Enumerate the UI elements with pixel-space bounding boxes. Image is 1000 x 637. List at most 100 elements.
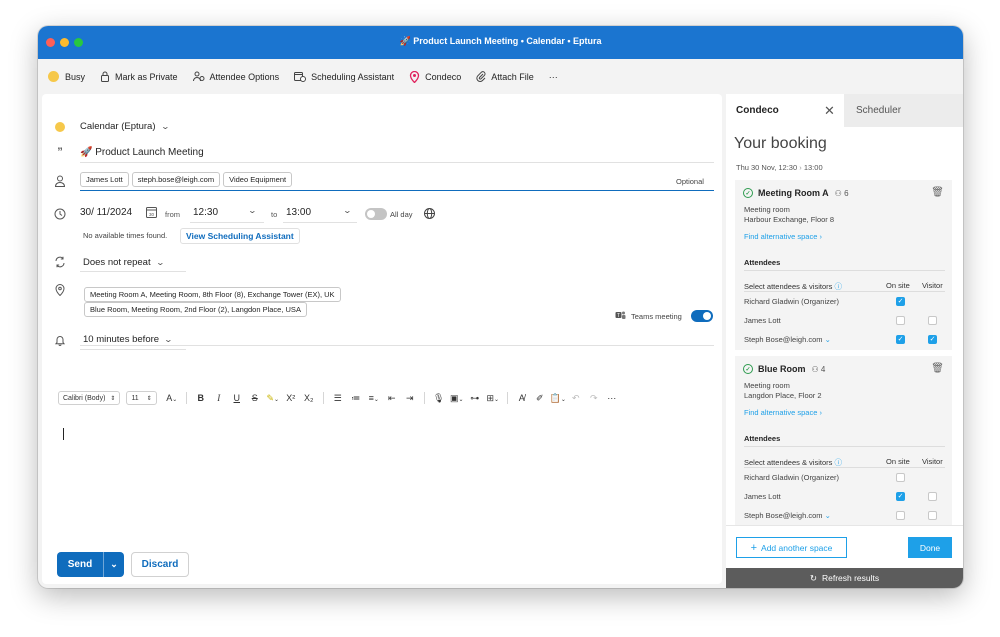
attendees-input[interactable]: James Lott steph.bose@leigh.com Video Equi…: [80, 172, 295, 187]
format-painter-icon[interactable]: ✐: [531, 393, 549, 404]
attendee-chip[interactable]: steph.bose@leigh.com: [131, 172, 221, 187]
chevron-down-icon[interactable]: ⌄: [825, 335, 831, 344]
font-size-select[interactable]: 11 ⇕: [126, 391, 157, 405]
find-alternative-space-link[interactable]: Find alternative space ›: [744, 408, 822, 417]
bullet-list-icon[interactable]: ☰: [329, 393, 347, 404]
info-icon[interactable]: ⓘ: [834, 458, 842, 467]
font-name-select[interactable]: Calibri (Body) ⇕: [58, 391, 121, 405]
visitor-checkbox[interactable]: [928, 316, 937, 325]
link-icon[interactable]: ⊶: [466, 393, 484, 404]
on-site-checkbox[interactable]: [896, 473, 905, 482]
teams-meeting-toggle[interactable]: [691, 310, 713, 322]
mark-private-button[interactable]: Mark as Private: [100, 71, 178, 82]
date-picker-icon[interactable]: 30: [146, 206, 157, 218]
on-site-checkbox[interactable]: [896, 316, 905, 325]
toolbar-separator: [506, 392, 508, 404]
highlight-icon[interactable]: ✎⌄: [264, 393, 282, 404]
chevron-down-icon: ⌄: [155, 258, 165, 267]
find-alternative-space-link[interactable]: Find alternative space ›: [744, 232, 822, 241]
add-space-label: Add another space: [761, 542, 833, 553]
decrease-indent-icon[interactable]: ⇤: [383, 393, 401, 404]
optional-attendees-link[interactable]: Optional: [676, 177, 704, 186]
trash-icon[interactable]: 🗑: [931, 363, 944, 374]
italic-icon[interactable]: I: [210, 393, 228, 403]
condeco-button[interactable]: Condeco: [409, 70, 461, 83]
add-another-space-button[interactable]: + Add another space: [736, 537, 847, 558]
more-options-button[interactable]: ···: [549, 72, 558, 82]
attendee-name: Richard Gladwin (Organizer): [744, 473, 840, 482]
booking-end: 13:00: [803, 163, 823, 172]
trash-icon[interactable]: 🗑: [931, 187, 944, 198]
paste-icon[interactable]: 📋⌄: [549, 393, 567, 404]
close-icon[interactable]: ✕: [824, 103, 835, 119]
on-site-checkbox[interactable]: [896, 511, 905, 520]
chevron-down-icon[interactable]: ⌄: [825, 511, 831, 520]
calendar-select[interactable]: Calendar (Eptura) ⌄: [80, 121, 170, 132]
clear-format-icon[interactable]: A̸: [513, 393, 531, 403]
attendee-name: Steph Bose@leigh.com: [744, 511, 823, 520]
more-formatting-icon[interactable]: ⋯: [603, 393, 621, 404]
repeat-select[interactable]: Does not repeat ⌄: [83, 257, 165, 268]
send-button[interactable]: Send ⌄: [57, 552, 124, 577]
on-site-checkbox[interactable]: ✓: [896, 492, 905, 501]
chevron-down-icon: ⌄: [247, 206, 258, 215]
visitor-checkbox[interactable]: [928, 511, 937, 520]
people-settings-icon: [192, 71, 205, 82]
booking-scroll-area[interactable]: Your booking Thu 30 Nov, 12:30 › 13:00 ✓…: [726, 127, 963, 525]
align-icon[interactable]: ≡⌄: [365, 393, 383, 403]
visitor-checkbox[interactable]: ✓: [928, 335, 937, 344]
tab-scheduler[interactable]: Scheduler: [856, 105, 901, 116]
date-input[interactable]: 30/ 11/2024: [80, 207, 132, 218]
font-color-icon[interactable]: A⌄: [163, 393, 181, 403]
send-options-chevron-icon[interactable]: ⌄: [103, 552, 124, 577]
subscript-icon[interactable]: X₂: [300, 393, 318, 403]
start-time-select[interactable]: 12:30: [193, 207, 218, 218]
globe-icon[interactable]: [424, 208, 435, 219]
svg-text:T: T: [617, 313, 620, 319]
repeat-row: Does not repeat ⌄: [42, 255, 722, 271]
location-chip[interactable]: Blue Room, Meeting Room, 2nd Floor (2), …: [84, 302, 310, 317]
table-icon[interactable]: ⊞⌄: [484, 393, 502, 404]
booking-title: Your booking: [734, 135, 827, 152]
bold-icon[interactable]: B: [192, 393, 210, 403]
discard-button[interactable]: Discard: [131, 552, 189, 577]
visitor-checkbox[interactable]: [928, 492, 937, 501]
attendee-chip[interactable]: Video Equipment: [223, 172, 293, 187]
attendees-row: James Lott steph.bose@leigh.com Video Equi…: [42, 172, 722, 190]
check-circle-icon: ✓: [743, 364, 753, 374]
attach-file-button[interactable]: Attach File: [476, 71, 534, 82]
info-icon[interactable]: ⓘ: [834, 282, 842, 291]
repeat-value: Does not repeat: [83, 257, 151, 268]
underline-icon[interactable]: U: [228, 393, 246, 403]
done-button[interactable]: Done: [908, 537, 952, 558]
chevron-right-icon: ›: [819, 232, 822, 241]
attendee-chip[interactable]: James Lott: [80, 172, 129, 187]
location-chip[interactable]: Meeting Room A, Meeting Room, 8th Floor …: [84, 287, 344, 302]
busy-button[interactable]: Busy: [48, 71, 85, 82]
undo-icon[interactable]: ↶: [567, 393, 585, 404]
refresh-results-button[interactable]: ↻ Refresh results: [726, 568, 963, 588]
all-day-toggle[interactable]: [365, 208, 387, 220]
scheduling-assistant-button[interactable]: Scheduling Assistant: [294, 71, 394, 82]
on-site-checkbox[interactable]: ✓: [896, 297, 905, 306]
superscript-icon[interactable]: X²: [282, 393, 300, 403]
ribbon-toolbar: Busy Mark as Private Attendee Options Sc…: [38, 59, 963, 94]
chevron-down-icon: ⌄: [163, 335, 174, 344]
message-body-editor[interactable]: [58, 416, 708, 536]
redo-icon[interactable]: ↷: [585, 393, 603, 404]
view-scheduling-assistant-button[interactable]: View Scheduling Assistant: [180, 228, 300, 244]
numbered-list-icon[interactable]: ≔: [347, 393, 365, 404]
strikethrough-icon[interactable]: S: [246, 393, 264, 403]
image-icon[interactable]: ▣⌄: [448, 393, 466, 404]
calendar-color-icon: [54, 121, 66, 133]
dictate-icon[interactable]: 🎙: [430, 393, 448, 404]
on-site-checkbox[interactable]: ✓: [896, 335, 905, 344]
subject-input[interactable]: 🚀 Product Launch Meeting: [80, 147, 204, 158]
attendee-row: Richard Gladwin (Organizer): [744, 473, 945, 482]
end-time-select[interactable]: 13:00: [286, 207, 311, 218]
attendee-options-button[interactable]: Attendee Options: [192, 71, 279, 82]
reminder-select[interactable]: 10 minutes before ⌄: [83, 334, 174, 345]
capacity: ⚇ 6: [835, 189, 849, 198]
increase-indent-icon[interactable]: ⇥: [401, 393, 419, 404]
spin-icon: ⇕: [110, 395, 116, 402]
